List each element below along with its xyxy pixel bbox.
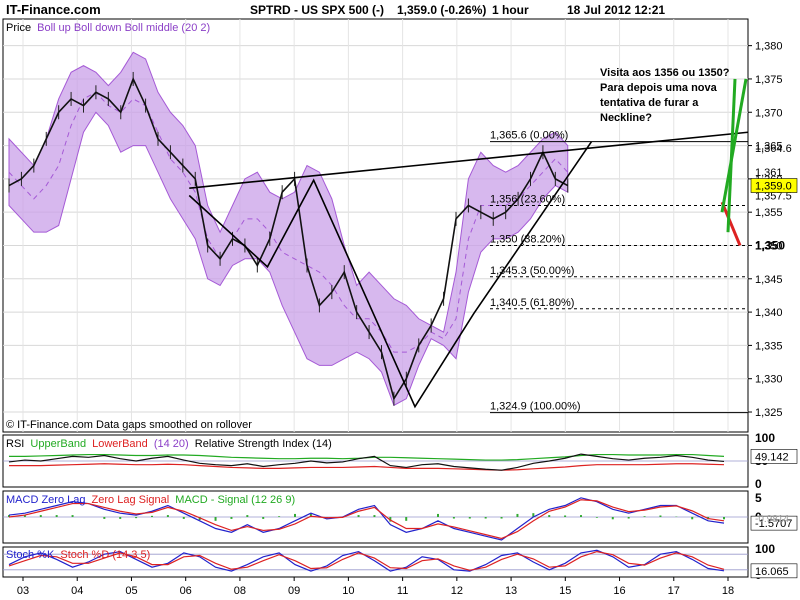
x-tick-label: 17 [668,585,680,597]
price-legend-series: Boll up Boll down Boll middle (20 2) [37,22,210,34]
fib-level-label: 1,365.6 (0.00%) [490,130,568,142]
price-legend-prefix: Price [6,22,31,34]
rsi-legend-prefix: RSI [6,438,24,450]
x-tick-label: 16 [613,585,625,597]
rsi-layer-tick-label: 0 [755,477,762,491]
x-tick-label: 18 [722,585,734,597]
x-tick-label: 10 [342,585,354,597]
macd-secondary-label: -0.9814 [755,514,789,525]
macd-layer-tick-label: 5 [755,491,762,505]
annotation-line-3: tentativa de furar a [600,97,699,109]
copyright-note: © IT-Finance.com Data gaps smoothed on r… [6,419,252,431]
x-tick-label: 13 [505,585,517,597]
price-tick-label: 1,340 [755,307,783,319]
rsi-legend-rest: Relative Strength Index (14) [195,438,332,450]
annotation-line-2: Para depois uma nova [600,82,718,94]
price-tick-label: 1,325 [755,407,783,419]
price-tick-label: 1,345 [755,274,783,286]
symbol-title: SPTRD - US SPX 500 (-) [250,3,384,17]
rsi-legend-upper: UpperBand [30,438,86,450]
macd-legend: MACD Zero Lag Zero Lag Signal MACD - Sig… [6,494,295,506]
price-tag-label: 1,359.0 [755,181,792,193]
rsi-layer-tick-label: 100 [755,431,775,445]
site-name[interactable]: IT-Finance.com [6,2,101,17]
x-tick-label: 04 [71,585,83,597]
price-tag-label: 1,364.6 [755,143,792,155]
x-tick-label: 12 [451,585,463,597]
price-tick-label: 1,375 [755,74,783,86]
price-tag-label: 1,350 [755,238,785,252]
stoch-layer-tick-label: 100 [755,542,775,556]
last-quote: 1,359.0 (-0.26%) [397,3,486,17]
price-tick-label: 1,355 [755,207,783,219]
stoch-legend: Stoch %K Stoch %D (14 3 5) [6,549,150,561]
price-tick-label: 1,370 [755,107,783,119]
x-tick-label: 03 [17,585,29,597]
date-time: 18 Jul 2012 12:21 [567,3,665,17]
macd-legend-zl: MACD Zero Lag [6,494,85,506]
rsi-legend-lower: LowerBand [92,438,148,450]
x-tick-label: 05 [125,585,137,597]
macd-legend-sig: MACD - Signal (12 26 9) [175,494,295,506]
price-legend: Price Boll up Boll down Boll middle (20 … [6,22,210,34]
stoch-legend-d: Stoch %D (14 3 5) [60,549,150,561]
annotation-line-1: Visita aos 1356 ou 1350? [600,67,730,79]
x-tick-label: 09 [288,585,300,597]
annotation-line-4: Neckline? [600,112,652,124]
x-tick-label: 06 [180,585,192,597]
fib-level-label: 1,340.5 (61.80%) [490,297,574,309]
stoch-legend-k: Stoch %K [6,549,55,561]
price-tick-label: 1,380 [755,41,783,53]
x-tick-label: 11 [397,585,408,597]
stoch-layer-value-label: 16.065 [755,566,789,578]
interval-label: 1 hour [492,3,529,17]
rsi-layer-value-label: 49.142 [755,451,789,463]
x-tick-label: 08 [234,585,246,597]
price-tag-label: 1,361 [755,167,783,179]
macd-legend-zls: Zero Lag Signal [92,494,170,506]
rsi-legend: RSI UpperBand LowerBand (14 20) Relative… [6,438,332,450]
chart-canvas: IT-Finance.com SPTRD - US SPX 500 (-) 1,… [2,2,798,597]
x-tick-label: 15 [559,585,571,597]
price-tick-label: 1,330 [755,374,783,386]
rsi-legend-params: (14 20) [154,438,189,450]
fib-level-label: 1,324.9 (100.00%) [490,401,581,413]
price-tick-label: 1,335 [755,340,783,352]
